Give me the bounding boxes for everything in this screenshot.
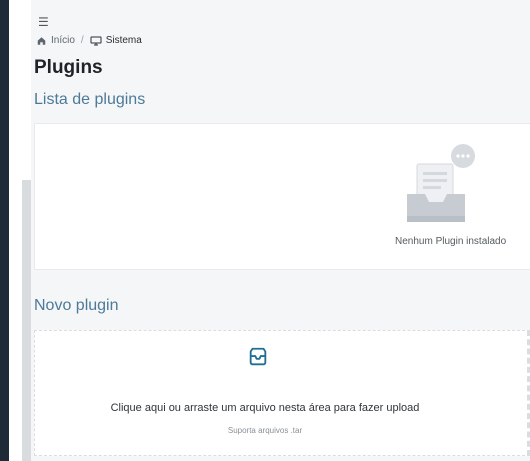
inbox-icon <box>249 347 267 366</box>
breadcrumb-home-label: Início <box>51 35 75 46</box>
monitor-icon <box>90 36 102 45</box>
upload-dropzone[interactable] <box>34 330 530 456</box>
breadcrumb: Início / Sistema <box>36 35 142 46</box>
empty-state-message: Nenhum Plugin instalado <box>395 236 507 247</box>
upload-instructions: Clique aqui ou arraste um arquivo nesta … <box>110 402 420 414</box>
breadcrumb-separator: / <box>80 35 84 46</box>
sidebar-scrollbar[interactable] <box>22 180 31 461</box>
plugins-list-title: Lista de plugins <box>34 91 146 108</box>
menu-icon[interactable]: ☰ <box>38 16 50 28</box>
new-plugin-title: Novo plugin <box>34 297 119 314</box>
page-title: Plugins <box>34 57 103 78</box>
home-icon <box>37 36 46 45</box>
breadcrumb-home[interactable]: Início <box>36 35 75 46</box>
upload-hint: Suporta arquivos .tar <box>227 426 303 435</box>
sidebar <box>0 0 9 461</box>
breadcrumb-current-label: Sistema <box>105 35 142 46</box>
breadcrumb-current: Sistema <box>90 35 142 46</box>
empty-inbox-icon <box>407 144 475 222</box>
